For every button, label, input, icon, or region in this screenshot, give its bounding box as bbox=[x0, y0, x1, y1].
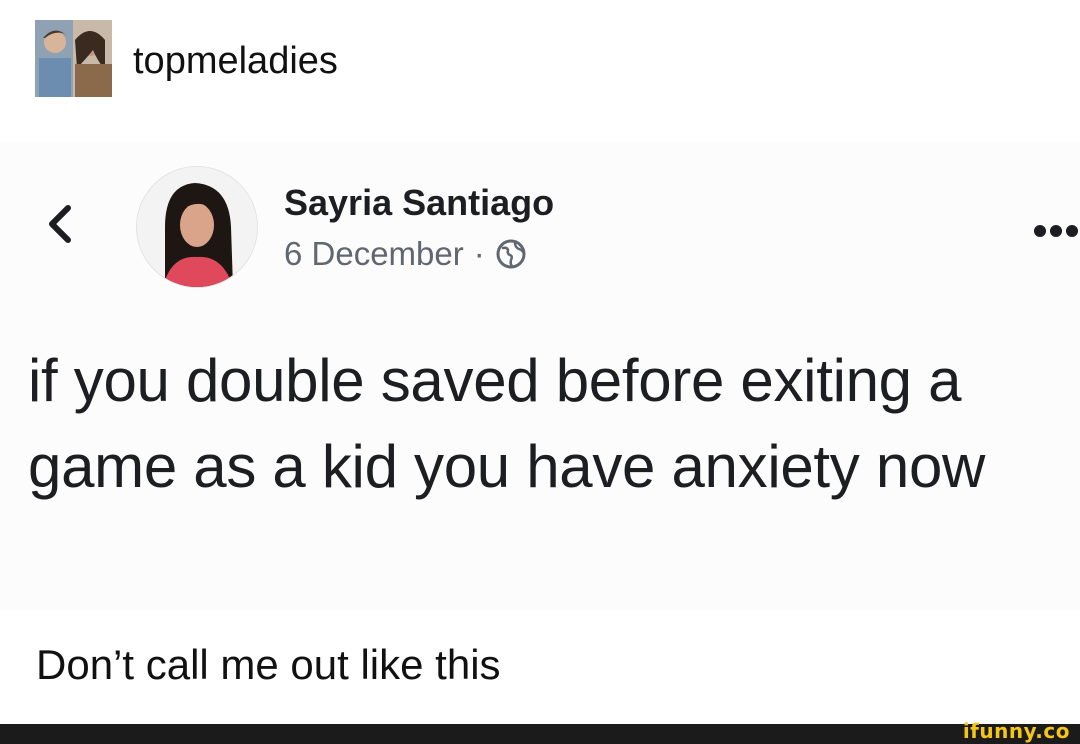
author-avatar-photo bbox=[137, 167, 257, 287]
chevron-left-icon[interactable] bbox=[42, 200, 78, 248]
blog-avatar[interactable] bbox=[35, 20, 112, 97]
author-name[interactable]: Sayria Santiago bbox=[284, 182, 554, 224]
globe-icon bbox=[495, 238, 527, 270]
post-meta: 6 December · bbox=[284, 234, 527, 274]
meta-separator: · bbox=[473, 235, 485, 272]
tumblr-post-header: topmeladies bbox=[0, 0, 1080, 142]
blog-avatar-photo bbox=[35, 20, 112, 97]
watermark-bar: ifunny.co bbox=[0, 719, 1080, 744]
author-avatar[interactable] bbox=[136, 166, 258, 288]
post-text: if you double saved before exiting a gam… bbox=[28, 347, 986, 500]
facebook-post-card: Sayria Santiago 6 December · if you doub… bbox=[0, 142, 1080, 610]
post-date[interactable]: 6 December bbox=[284, 235, 464, 273]
more-dots-icon[interactable] bbox=[1030, 220, 1080, 242]
post-caption: Don’t call me out like this bbox=[36, 641, 501, 688]
blog-name[interactable]: topmeladies bbox=[133, 38, 338, 84]
watermark-logo: ifunny.co bbox=[962, 719, 1070, 743]
